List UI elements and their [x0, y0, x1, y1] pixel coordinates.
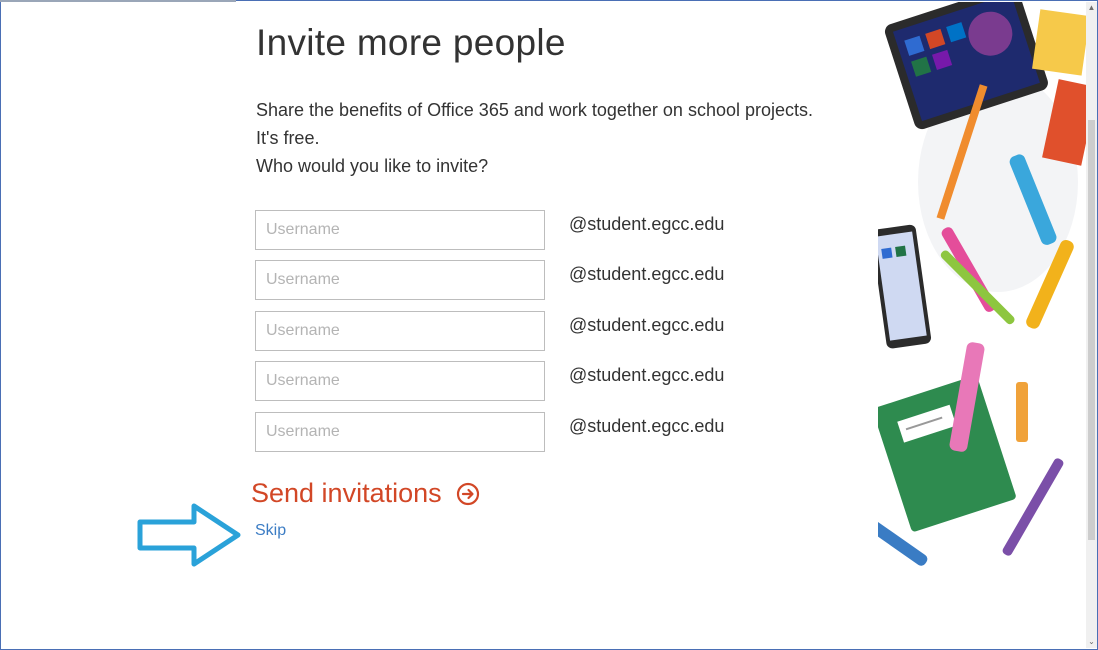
username-input[interactable]: [255, 361, 545, 401]
page-description: Share the benefits of Office 365 and wor…: [256, 96, 836, 180]
school-supplies-illustration: [878, 2, 1086, 602]
domain-suffix: @student.egcc.edu: [569, 264, 725, 284]
domain-suffix: @student.egcc.edu: [569, 214, 725, 234]
page-title: Invite more people: [256, 22, 566, 63]
invite-prompt: Who would you like to invite?: [256, 156, 489, 176]
send-invitations-label: Send invitations: [251, 478, 442, 508]
scrollbar[interactable]: ▲ ⌄: [1086, 2, 1097, 648]
scroll-down-icon[interactable]: ⌄: [1086, 636, 1097, 648]
invite-row: @student.egcc.edu: [255, 361, 815, 401]
invite-row: @student.egcc.edu: [255, 412, 815, 452]
top-divider: [0, 0, 236, 2]
username-input[interactable]: [255, 412, 545, 452]
domain-suffix: @student.egcc.edu: [569, 315, 725, 335]
username-input[interactable]: [255, 210, 545, 250]
domain-suffix: @student.egcc.edu: [569, 416, 725, 436]
scrollbar-thumb[interactable]: [1088, 120, 1095, 540]
username-input[interactable]: [255, 260, 545, 300]
callout-arrow-icon: [137, 503, 241, 567]
scroll-up-icon[interactable]: ▲: [1086, 2, 1097, 14]
arrow-circle-right-icon: [456, 482, 480, 506]
send-invitations-button[interactable]: Send invitations: [251, 478, 480, 509]
invite-row: @student.egcc.edu: [255, 311, 815, 351]
domain-suffix: @student.egcc.edu: [569, 365, 725, 385]
invite-row: @student.egcc.edu: [255, 260, 815, 300]
username-input[interactable]: [255, 311, 545, 351]
invite-row: @student.egcc.edu: [255, 210, 815, 250]
description-text: Share the benefits of Office 365 and wor…: [256, 100, 814, 148]
skip-link[interactable]: Skip: [255, 522, 286, 540]
